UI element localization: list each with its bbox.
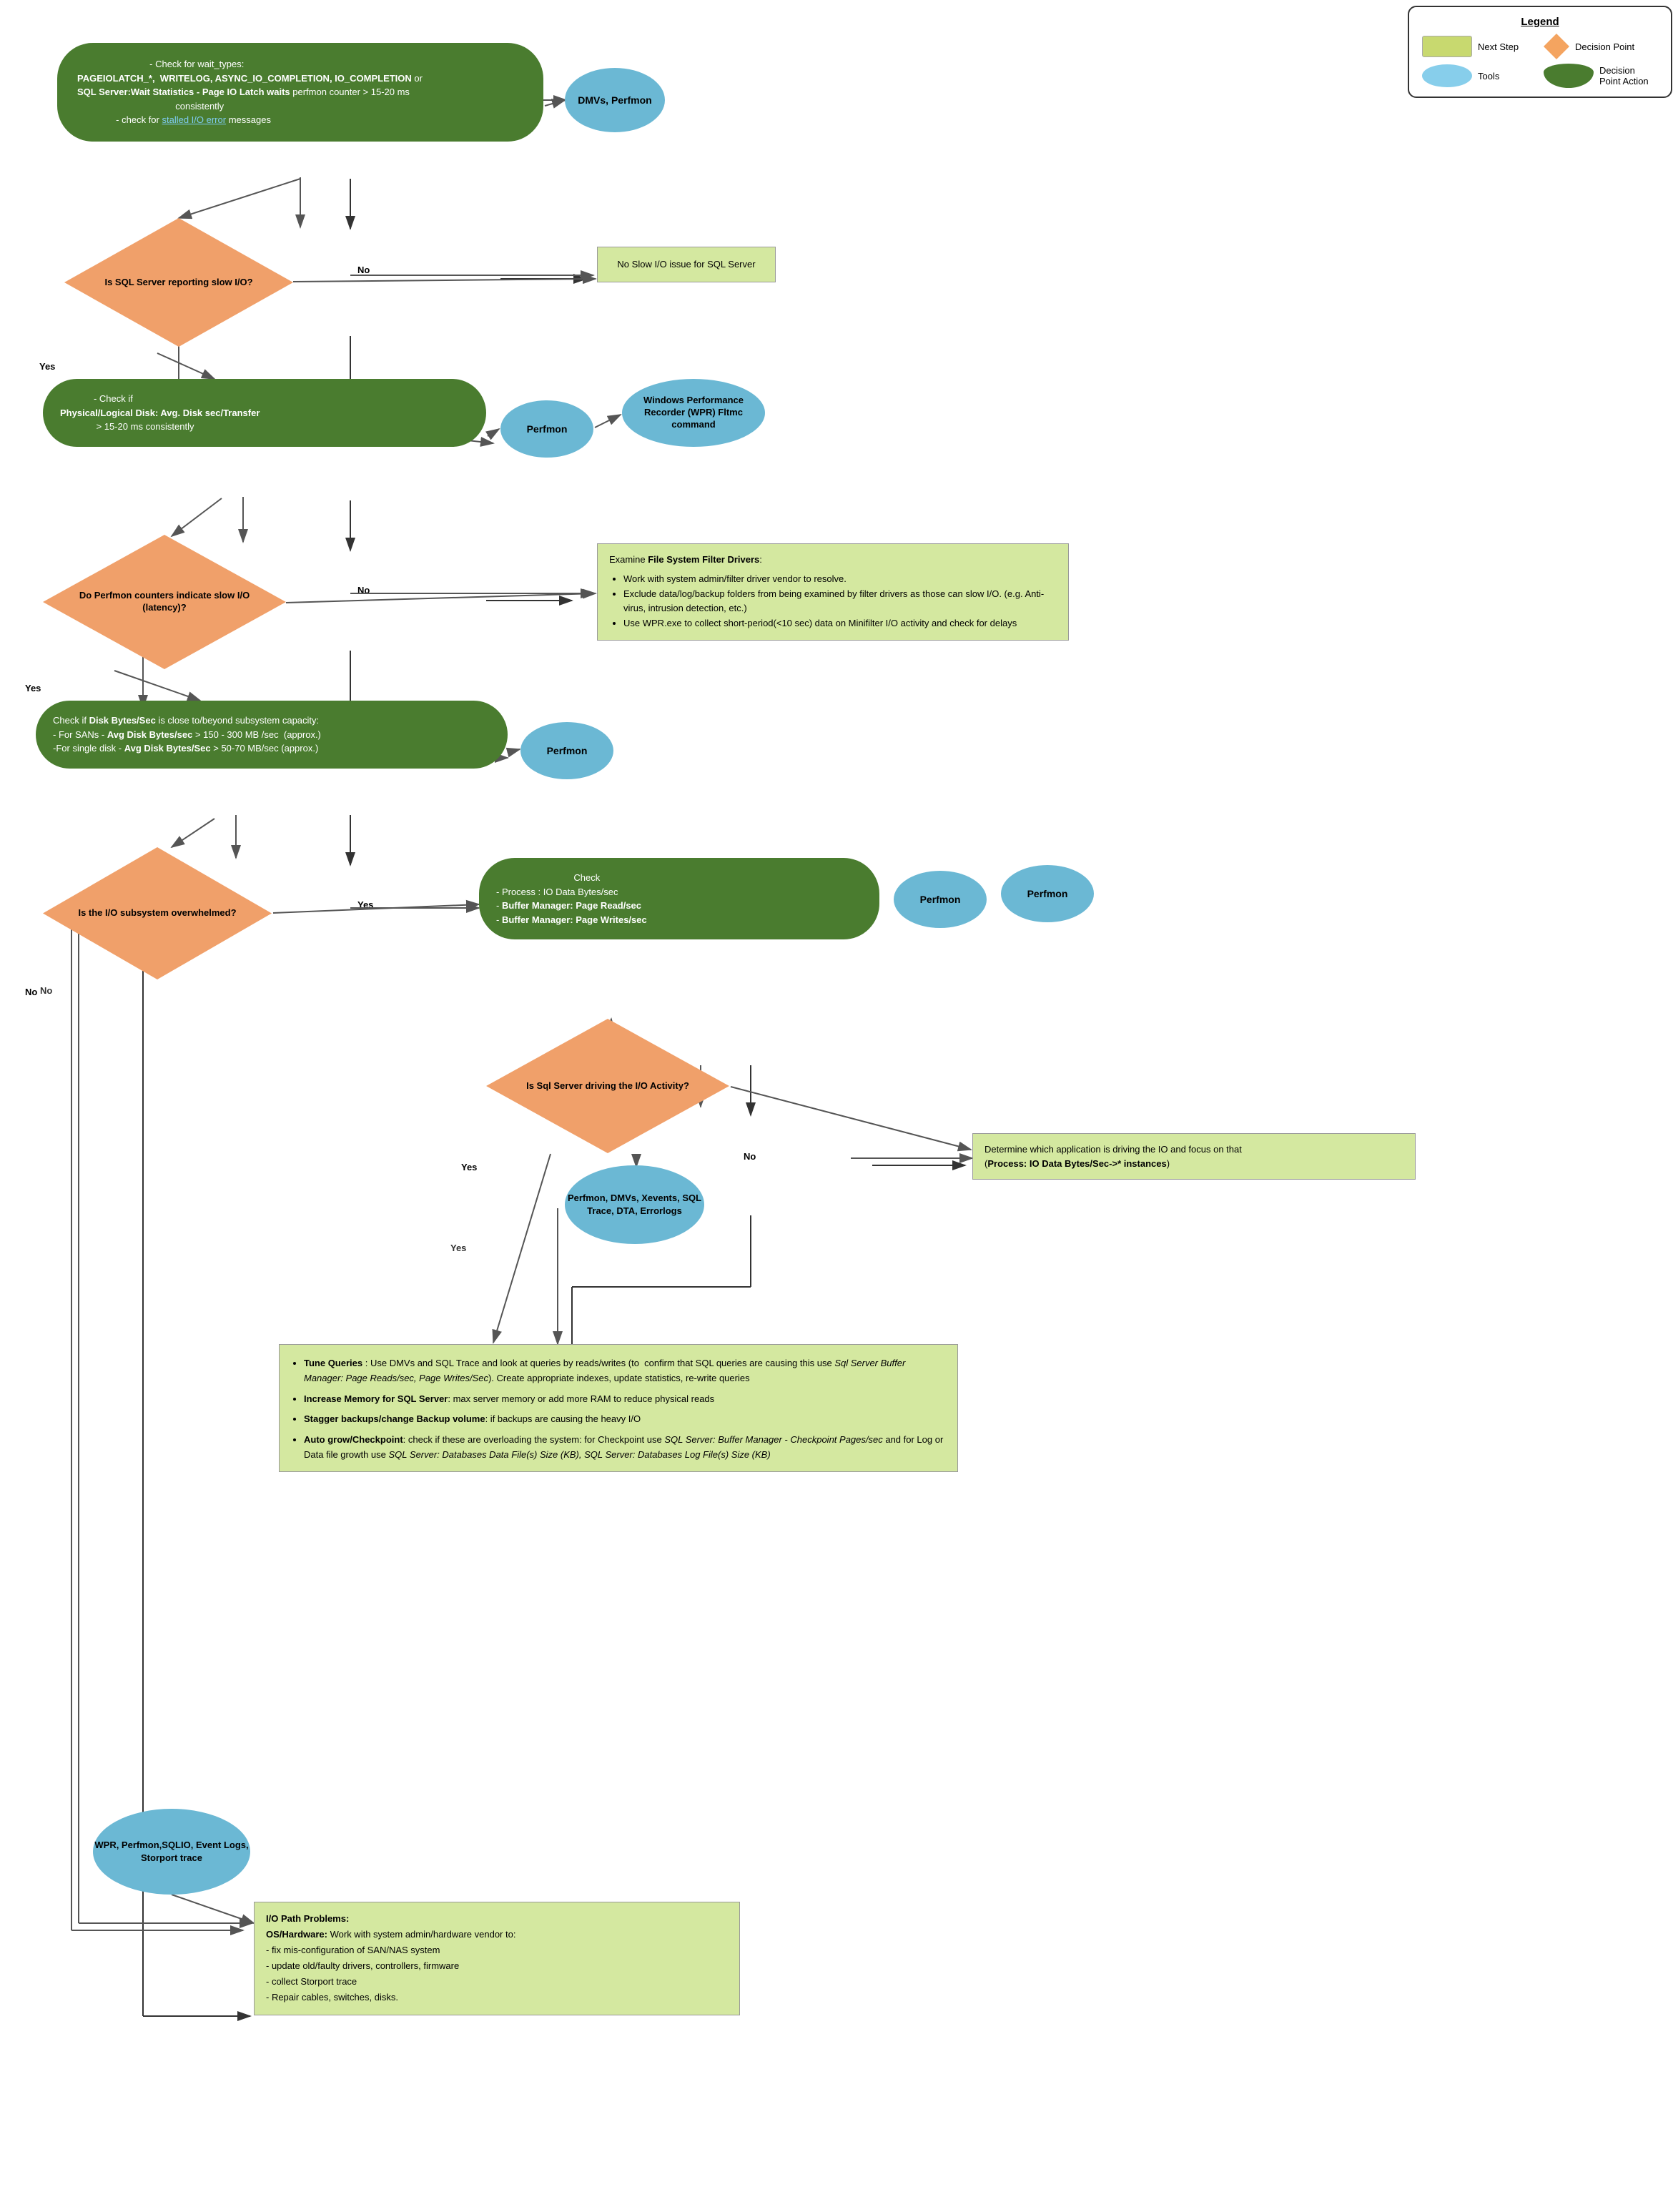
legend-decision-label: Decision Point [1575,41,1634,52]
node7-tool2-label: Perfmon [1027,887,1068,900]
node3-tool-label: Perfmon [527,423,568,435]
node5-cloud: Check if Disk Bytes/Sec is close to/beyo… [36,701,508,769]
node4-no-title: Examine File System Filter Drivers: [609,554,762,565]
stalled-io-link[interactable]: stalled I/O error [162,114,226,125]
node5-tool-label: Perfmon [547,744,588,757]
diamond2-no-label: No [357,265,370,275]
legend-action-label: Decision Point Action [1599,65,1658,87]
node8-no-text: Determine which application is driving t… [984,1144,1242,1169]
legend-item-decision-action: Decision Point Action [1544,64,1658,88]
node10-tool-oval: WPR, Perfmon,SQLIO, Event Logs, Storport… [93,1809,250,1895]
legend-tools-label: Tools [1478,71,1499,82]
node9-bullet1: Tune Queries : Use DMVs and SQL Trace an… [304,1356,946,1386]
diamond2-text: Is SQL Server reporting slow I/O? [64,218,293,347]
diamond4-no-label: No [357,585,370,596]
legend-box: Legend Next Step Decision Point Tools De… [1408,6,1672,98]
legend-item-tools: Tools [1422,64,1536,87]
node3-tool2-oval: Windows Performance Recorder (WPR) Fltmc… [622,379,765,447]
legend-title: Legend [1422,16,1658,28]
node11-rect: I/O Path Problems: OS/Hardware: Work wit… [254,1902,740,2015]
node4-bullet3: Use WPR.exe to collect short-period(<10 … [623,616,1057,631]
node11-title: I/O Path Problems: [266,1913,349,1924]
node4-bullet2: Exclude data/log/backup folders from bei… [623,587,1057,617]
node3-cloud: - Check if Physical/Logical Disk: Avg. D… [43,379,486,447]
legend-item-next-step: Next Step [1422,36,1536,57]
node4-no-rect: Examine File System Filter Drivers: Work… [597,543,1069,641]
legend-next-step-shape [1422,36,1472,57]
legend-item-decision-point: Decision Point [1544,34,1658,59]
svg-text:No: No [40,985,52,996]
diamond4-yes-label: Yes [25,683,41,693]
node1-cloud-text: - Check for wait_types: PAGEIOLATCH_*, W… [77,59,423,125]
node7-tool-oval: Perfmon [894,871,987,928]
node1-tool-oval: DMVs, Perfmon [565,68,665,132]
node9-bullet3: Stagger backups/change Backup volume: if… [304,1412,946,1427]
no-slow-io-text: No Slow I/O issue for SQL Server [617,259,755,270]
node9-rect: Tune Queries : Use DMVs and SQL Trace an… [279,1344,958,1472]
node8-no-rect: Determine which application is driving t… [972,1133,1416,1180]
diamond2-yes-label: Yes [39,361,55,372]
legend-grid: Next Step Decision Point Tools Decision … [1422,34,1658,88]
node9-bullet4: Auto grow/Checkpoint: check if these are… [304,1433,946,1463]
node7-cloud: Check - Process : IO Data Bytes/sec - Bu… [479,858,879,939]
node7-tool-label: Perfmon [920,893,961,906]
diamond6-text: Is the I/O subsystem overwhelmed? [43,847,272,979]
diamond8-text: Is Sql Server driving the I/O Activity? [486,1019,729,1153]
svg-text:Yes: Yes [450,1243,466,1253]
node4-diamond: Do Perfmon counters indicate slow I/O (l… [43,535,286,669]
node8-diamond: Is Sql Server driving the I/O Activity? [486,1019,729,1153]
no-slow-io-rect: No Slow I/O issue for SQL Server [597,247,776,282]
node8-tool-label: Perfmon, DMVs, Xevents, SQL Trace, DTA, … [565,1192,704,1218]
node5-tool-oval: Perfmon [520,722,613,779]
diamond6-yes-label: Yes [357,899,373,910]
node3-tool-oval: Perfmon [500,400,593,458]
node3-cloud-text: - Check if Physical/Logical Disk: Avg. D… [60,393,260,432]
legend-action-shape [1544,64,1594,88]
diamond8-yes-label: Yes [461,1162,477,1172]
node2-diamond: Is SQL Server reporting slow I/O? [64,218,293,347]
node1-tool-label: DMVs, Perfmon [578,94,651,107]
node8-tool-oval: Perfmon, DMVs, Xevents, SQL Trace, DTA, … [565,1165,704,1244]
node10-tool-label: WPR, Perfmon,SQLIO, Event Logs, Storport… [93,1839,250,1865]
node7-cloud-text: Check - Process : IO Data Bytes/sec - Bu… [496,872,647,925]
node11-body: OS/Hardware: Work with system admin/hard… [266,1929,515,2003]
legend-tools-shape [1422,64,1472,87]
diamond6-no-label: No [25,987,37,997]
node6-diamond: Is the I/O subsystem overwhelmed? [43,847,272,979]
legend-next-step-label: Next Step [1478,41,1519,52]
node7-tool2-oval: Perfmon [1001,865,1094,922]
node4-bullet1: Work with system admin/filter driver ven… [623,572,1057,587]
node9-bullet2: Increase Memory for SQL Server: max serv… [304,1392,946,1407]
legend-decision-shape [1544,34,1569,59]
diamond4-text: Do Perfmon counters indicate slow I/O (l… [43,535,286,669]
node1-cloud: - Check for wait_types: PAGEIOLATCH_*, W… [57,43,543,142]
node3-tool2-label: Windows Performance Recorder (WPR) Fltmc… [622,395,765,431]
node5-cloud-text: Check if Disk Bytes/Sec is close to/beyo… [53,715,321,754]
diamond8-no-label: No [744,1151,756,1162]
